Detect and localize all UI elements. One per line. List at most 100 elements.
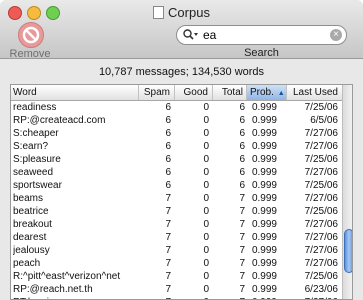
cell-spam: 6 — [165, 115, 171, 126]
cell-last-used: 7/25/06 — [304, 271, 338, 282]
cell-prob: 0.999 — [251, 258, 277, 269]
table-row[interactable]: RT:leapie 7 0 7 0.999 7/27/06 — [11, 296, 342, 299]
table-row[interactable]: jealousy 7 0 7 0.999 7/27/06 — [11, 244, 342, 257]
cell-last-used: 7/27/06 — [291, 296, 338, 299]
cell-total: 7 — [239, 245, 245, 256]
column-header-good[interactable]: Good — [175, 85, 213, 100]
table-row[interactable]: peach 7 0 7 0.999 7/27/06 — [11, 257, 342, 270]
corpus-window: Corpus Remove ea × Search 10,787 message… — [0, 0, 363, 300]
cell-total: 6 — [239, 102, 245, 113]
cell-spam: 7 — [165, 193, 171, 204]
cell-spam: 6 — [165, 154, 171, 165]
cell-spam: 6 — [165, 141, 171, 152]
cell-good: 0 — [203, 115, 209, 126]
table-row[interactable]: RP:@createacd.com 6 0 6 0.999 6/5/06 — [11, 114, 342, 127]
table-row[interactable]: R:^pitt^east^verizon^net 7 0 7 0.999 7/25/06 — [11, 270, 342, 283]
table-row[interactable]: beatrice 7 0 7 0.999 7/25/06 — [11, 205, 342, 218]
cell-spam: 6 — [165, 167, 171, 178]
cell-spam: 7 — [165, 245, 171, 256]
search-field[interactable]: ea × — [176, 25, 347, 45]
cell-prob: 0.999 — [251, 167, 277, 178]
cell-spam: 6 — [165, 102, 171, 113]
cell-total: 7 — [239, 219, 245, 230]
table-row[interactable]: S:cheaper 6 0 6 0.999 7/27/06 — [11, 127, 342, 140]
cell-prob: 0.999 — [251, 271, 277, 282]
window-title: Corpus — [0, 5, 363, 20]
table-row[interactable]: RP:@reach.net.th 7 0 7 0.999 6/23/06 — [11, 283, 342, 296]
column-header-word[interactable]: Word — [11, 85, 139, 100]
cell-word: beatrice — [13, 206, 49, 217]
clear-search-icon[interactable]: × — [330, 29, 342, 41]
cell-word: RP:@reach.net.th — [13, 284, 93, 295]
cell-total: 7 — [239, 232, 245, 243]
cell-prob: 0.999 — [251, 115, 277, 126]
cell-word: S:pleasure — [13, 154, 61, 165]
cell-total: 7 — [239, 193, 245, 204]
window-title-text: Corpus — [168, 5, 210, 20]
cell-word: S:earn? — [13, 141, 49, 152]
cell-good: 0 — [203, 258, 209, 269]
table-rows: readiness 6 0 6 0.999 7/25/06 RP:@createacd.co… — [11, 101, 342, 299]
cell-word: RP:@createacd.com — [13, 115, 106, 126]
cell-prob: 0.999 — [251, 219, 277, 230]
cell-word: readiness — [13, 102, 57, 113]
scrollbar-thumb[interactable] — [344, 229, 352, 273]
cell-spam: 7 — [165, 219, 171, 230]
table-row[interactable]: seaweed 6 0 6 0.999 7/27/06 — [11, 166, 342, 179]
cell-last-used: 7/27/06 — [304, 232, 338, 243]
table-row[interactable]: S:earn? 6 0 6 0.999 7/27/06 — [11, 140, 342, 153]
remove-button[interactable]: Remove — [6, 22, 60, 60]
search-input[interactable]: ea — [203, 28, 216, 42]
cell-last-used: 6/23/06 — [304, 284, 338, 295]
cell-word: peach — [13, 258, 41, 269]
table-row[interactable]: beams 7 0 7 0.999 7/27/06 — [11, 192, 342, 205]
cell-good: 0 — [203, 271, 209, 282]
column-header-last-used[interactable]: Last Used — [287, 85, 342, 100]
cell-total: 6 — [239, 128, 245, 139]
cell-total: 6 — [239, 167, 245, 178]
cell-word: sportswear — [13, 180, 62, 191]
table-row[interactable]: S:pleasure 6 0 6 0.999 7/25/06 — [11, 153, 342, 166]
cell-prob: 0.999 — [251, 141, 277, 152]
cell-spam: 7 — [141, 296, 171, 299]
cell-prob: 0.999 — [251, 284, 277, 295]
cell-good: 0 — [203, 219, 209, 230]
document-icon — [153, 6, 165, 19]
sort-ascending-icon: ▲ — [277, 90, 285, 97]
table-row[interactable]: sportswear 6 0 6 0.999 7/25/06 — [11, 179, 342, 192]
cell-good: 0 — [203, 245, 209, 256]
cell-last-used: 7/27/06 — [304, 128, 338, 139]
cell-good: 0 — [203, 206, 209, 217]
cell-total: 7 — [215, 296, 245, 299]
cell-good: 0 — [203, 154, 209, 165]
cell-word: R:^pitt^east^verizon^net — [13, 271, 121, 282]
cell-spam: 6 — [165, 180, 171, 191]
corpus-stats: 10,787 messages; 134,530 words — [98, 66, 265, 78]
cell-total: 7 — [239, 271, 245, 282]
cell-good: 0 — [177, 296, 209, 299]
cell-word: S:cheaper — [13, 128, 59, 139]
cell-total: 6 — [239, 154, 245, 165]
cell-prob: 0.999 — [249, 296, 277, 299]
vertical-scrollbar[interactable] — [342, 85, 352, 299]
cell-spam: 7 — [165, 271, 171, 282]
remove-icon — [18, 22, 44, 48]
cell-good: 0 — [203, 102, 209, 113]
column-header-spam[interactable]: Spam — [139, 85, 175, 100]
cell-total: 7 — [239, 258, 245, 269]
column-header-prob-label: Prob. — [250, 87, 274, 98]
cell-prob: 0.999 — [251, 102, 277, 113]
cell-prob: 0.999 — [251, 245, 277, 256]
cell-word: RT:leapie — [13, 296, 135, 299]
cell-word: jealousy — [13, 245, 50, 256]
column-header-total[interactable]: Total — [213, 85, 247, 100]
cell-good: 0 — [203, 232, 209, 243]
table-row[interactable]: readiness 6 0 6 0.999 7/25/06 — [11, 101, 342, 114]
cell-last-used: 7/27/06 — [304, 193, 338, 204]
column-header-prob[interactable]: Prob. ▲ — [247, 85, 287, 100]
table-row[interactable]: dearest 7 0 7 0.999 7/27/06 — [11, 231, 342, 244]
cell-total: 6 — [239, 115, 245, 126]
table-row[interactable]: breakout 7 0 7 0.999 7/27/06 — [11, 218, 342, 231]
cell-total: 6 — [239, 180, 245, 191]
cell-prob: 0.999 — [251, 154, 277, 165]
